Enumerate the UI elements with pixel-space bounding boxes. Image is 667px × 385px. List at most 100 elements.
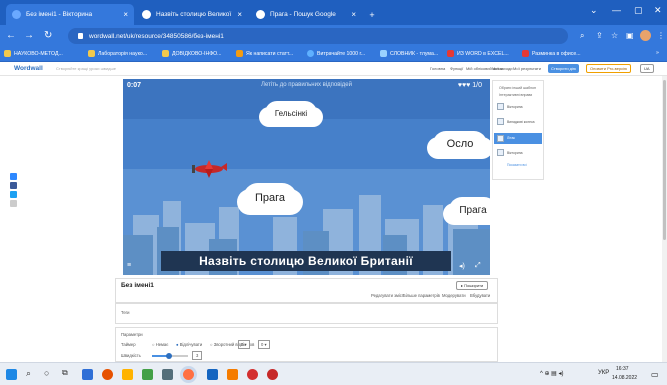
bookmarks-more-icon[interactable]: » [656,50,659,56]
params-label: Параметри [121,332,143,337]
app-icon[interactable] [142,369,153,380]
edge-icon[interactable] [82,369,93,380]
tags-section: Теги [115,303,498,324]
notifications-icon[interactable]: ▭ [651,370,659,379]
bookmark-star-icon[interactable]: ☆ [611,31,618,40]
tray-icons[interactable]: ^ ⊕ ▤ ◂) [540,370,564,377]
lock-icon [78,33,83,39]
speed-slider[interactable] [152,353,188,359]
task-view-icon[interactable]: ⧉ [62,368,68,378]
new-tab-button[interactable]: + [364,4,380,25]
bookmark-item[interactable]: Лабораторія науко... [88,50,147,57]
edit-content-link[interactable]: Редагувати зміст [371,293,404,298]
panel-title: Обрати інший шаблон [499,86,537,90]
globe-icon [307,50,314,57]
google-classroom-icon[interactable] [10,173,17,180]
word-icon[interactable] [207,369,218,380]
more-options-link[interactable]: Більше параметрів [403,293,440,298]
browser-tab-google[interactable]: Прага - Пошук Google × [250,4,362,25]
template-option[interactable]: Випадкові колеса [507,120,535,124]
answer-cloud[interactable]: Осло [433,131,487,157]
menu-kebab-icon[interactable]: ⋮ [657,31,665,40]
fullscreen-icon[interactable]: ⤢ [475,262,481,270]
moderate-link[interactable]: Модерувати [442,293,466,298]
app-icon[interactable] [247,369,258,380]
answer-cloud[interactable]: Прага [243,183,297,213]
minimize-icon[interactable]: — [612,5,621,15]
share-button[interactable]: ▸ Поширити [456,281,489,290]
bookmark-item[interactable]: Разминка в офисе... [522,50,581,57]
forward-icon[interactable]: → [24,30,34,41]
file-explorer-icon[interactable] [122,369,133,380]
sidepanel-icon[interactable]: ▣ [626,31,634,40]
nav-features[interactable]: Функції [450,66,463,71]
app-icon[interactable] [227,369,238,380]
bookmark-item[interactable]: НАУКОВО-МЕТОД... [4,50,63,57]
bookmark-item[interactable]: СЛОВНИК - тлума... [380,50,438,57]
twitter-icon[interactable] [10,191,17,198]
app-icon[interactable] [162,369,173,380]
bookmark-item[interactable]: ДОВІДКОВО-ІНФО... [162,50,222,57]
bookmark-item[interactable]: Як написати статт... [236,50,293,57]
close-tab-icon[interactable]: × [237,10,242,19]
answer-cloud[interactable]: Гельсінкі [265,101,317,125]
wordwall-tagline: Створюйте кращі уроки швидше [56,66,116,71]
wordwall-logo[interactable]: Wordwall [14,65,43,72]
address-bar[interactable]: wordwall.net/uk/resource/34850586/без-ім… [68,28,568,44]
browser-tab-question[interactable]: Назвіть столицю Великої Брита... × [136,4,248,25]
keyboard-language[interactable]: УКР [598,370,609,376]
chrome-icon[interactable] [183,369,194,380]
browser-tab-quiz[interactable]: Без імені1 - Вікторина × [6,4,134,25]
profile-avatar[interactable] [640,30,651,41]
game-menu-icon[interactable]: ≡ [127,262,131,269]
nav-home[interactable]: Головна [430,66,445,71]
template-option[interactable]: Вікторина [507,151,522,155]
window-close-icon[interactable]: ✕ [654,5,662,16]
embed-link[interactable]: Вбудувати [470,293,490,298]
page-icon [380,50,387,57]
url-text: wordwall.net/uk/resource/34850586/без-ім… [89,32,224,40]
wordwall-favicon-icon [142,10,151,19]
cortana-icon[interactable]: ○ [44,368,49,378]
nav-my-results[interactable]: Мої результати [513,66,541,71]
facebook-icon[interactable] [10,182,17,189]
answer-cloud[interactable]: Прага [449,197,490,223]
timer-seconds-select[interactable]: 0 ▾ [258,340,270,349]
clock-time[interactable]: 16:37 [616,366,629,372]
clock-date[interactable]: 14.08.2022 [612,375,637,381]
zoom-icon[interactable]: ⌕ [580,31,584,41]
speed-slider-handle[interactable] [166,353,172,359]
reload-icon[interactable]: ↻ [44,30,52,41]
app-icon[interactable] [267,369,278,380]
timer-minutes-select[interactable]: 5 ▾ [238,340,250,349]
nav-my-activities[interactable]: Мої заходи [492,66,513,71]
share-icon[interactable]: ⇪ [596,31,603,40]
airplane-thumb-icon [497,135,504,142]
opera-icon[interactable] [102,369,113,380]
bookmark-item[interactable]: Витрачайте 1000 г... [307,50,365,57]
bookmark-item[interactable]: ИЗ WORD в EXCEL... [447,50,509,57]
upgrade-button[interactable]: Оновити Pro-версію [586,64,632,73]
page-scrollbar[interactable] [662,76,667,362]
close-tab-icon[interactable]: × [123,10,128,19]
language-button[interactable]: UA [640,64,654,73]
template-option-selected[interactable]: Літак [494,133,542,144]
create-activity-button[interactable]: Створити дію [548,64,579,73]
show-all-link[interactable]: Показати всі [507,163,527,167]
game-canvas[interactable]: 0:07 Летіть до правильних відповідей ♥♥♥… [123,79,490,275]
speed-value[interactable]: 3 [192,351,203,360]
windows-start-icon[interactable] [6,369,17,380]
timer-option-count-up[interactable]: ● Відлічувати [176,342,202,347]
maximize-icon[interactable]: ▢ [634,5,643,16]
tab-search-icon[interactable]: ⌄ [590,5,598,16]
sound-icon[interactable]: ◂) [459,262,465,270]
scrollbar-thumb[interactable] [663,80,666,240]
close-tab-icon[interactable]: × [351,10,356,19]
back-icon[interactable]: ← [6,30,16,41]
search-icon[interactable]: ⌕ [26,368,31,379]
template-option[interactable]: Вікторина [507,105,522,109]
activity-title: Без імені1 [121,282,154,289]
embed-icon[interactable] [10,200,17,207]
timer-option-none[interactable]: ○ Немає [152,342,168,347]
timer-minutes-unit: хв [250,342,255,347]
